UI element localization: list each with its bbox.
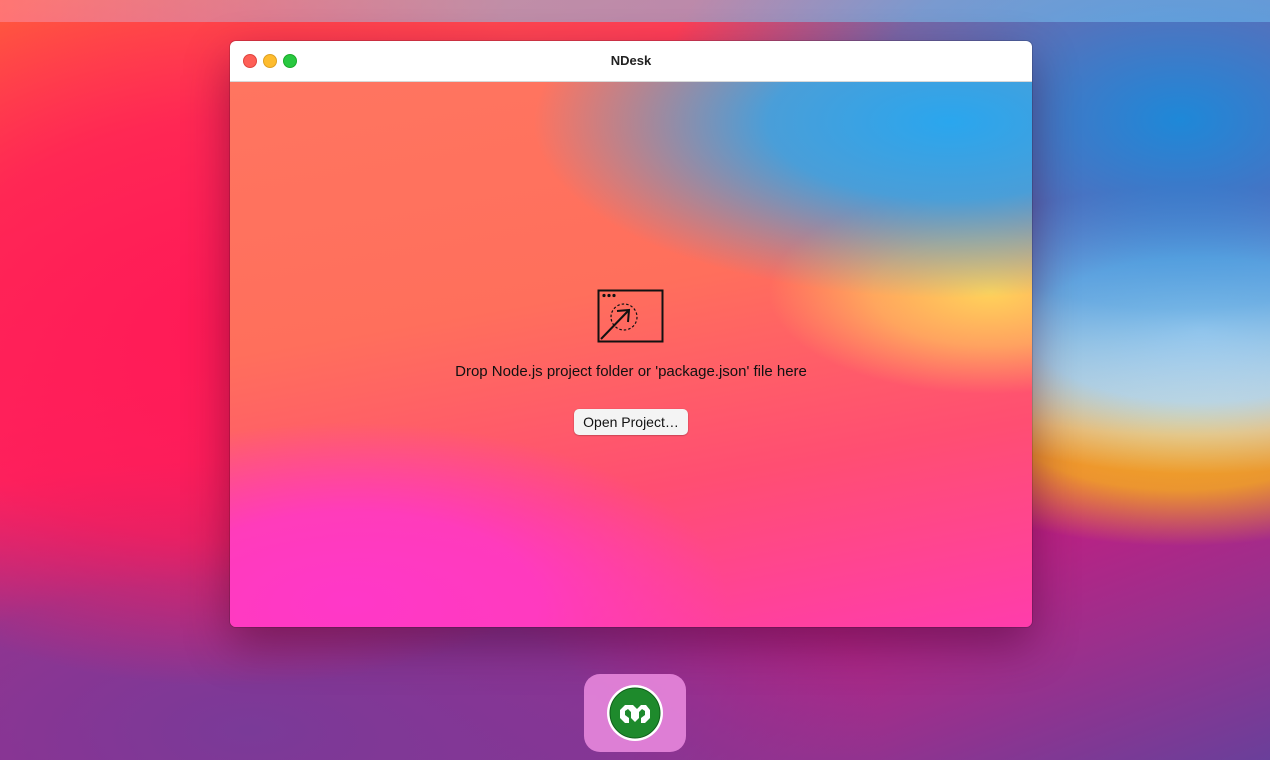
desktop: NDesk Drop Node.js project folder or 'pa… <box>0 0 1270 760</box>
dock <box>584 674 686 752</box>
drop-instructions: Drop Node.js project folder or 'package.… <box>455 363 807 380</box>
ndesk-app-icon[interactable] <box>606 684 664 742</box>
title-bar[interactable]: NDesk <box>230 41 1032 82</box>
open-project-button[interactable]: Open Project… <box>574 409 688 435</box>
drop-zone[interactable]: Drop Node.js project folder or 'package.… <box>230 82 1032 627</box>
app-window: NDesk Drop Node.js project folder or 'pa… <box>230 41 1032 627</box>
drop-folder-icon <box>597 289 664 343</box>
window-title: NDesk <box>610 53 652 68</box>
menu-bar <box>0 0 1270 22</box>
